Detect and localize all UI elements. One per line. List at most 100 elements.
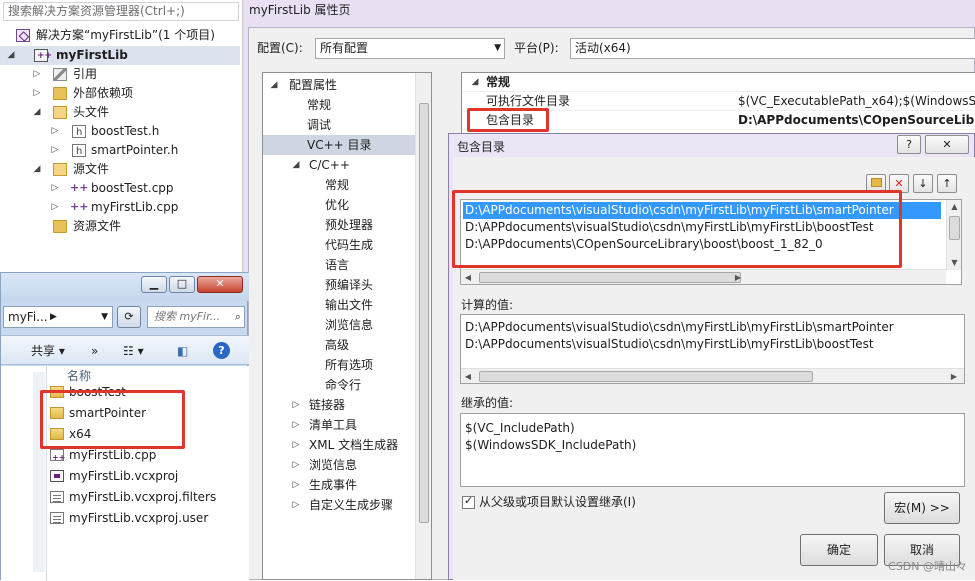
collapsed-arrow-icon[interactable]: ▷ [291,475,301,495]
config-tree-item[interactable]: 预处理器 [263,215,415,235]
config-tree-item[interactable]: ▷ 清单工具 [263,415,415,435]
include-entry[interactable]: D:\APPdocuments\COpenSourceLibrary\boost… [463,236,941,253]
grid-row-executable-dirs[interactable]: 可执行文件目录 $(VC_ExecutablePath_x64);$(Windo… [462,92,975,111]
file-item[interactable]: myFirstLib.vcxproj.user [50,508,208,529]
config-tree-item[interactable]: 调试 [263,115,415,135]
config-tree-item[interactable]: 常规 [263,175,415,195]
config-tree-item[interactable]: ▷ 自定义生成步骤 [263,495,415,515]
chevron-down-icon[interactable]: ▼ [101,307,108,327]
grid-row-include-dirs[interactable]: 包含目录 D:\APPdocuments\COpenSourceLibrary [462,111,975,130]
config-property-tree[interactable]: ◢ 配置属性 常规 调试 VC++ 目录 ◢ C/C++ 常规 优化 预处理器 代码生成 语言 预编译头… [262,72,432,580]
move-down-button[interactable]: ↓ [913,174,933,193]
file-item[interactable]: myFirstLib.cpp [50,445,156,468]
config-select[interactable]: 所有配置 ▼ [315,38,505,59]
collapsed-arrow-icon[interactable]: ▷ [50,198,60,217]
tree-item-myfirstlib-cpp[interactable]: ▷ myFirstLib.cpp [0,197,240,217]
config-tree-item[interactable]: 所有选项 [263,355,415,375]
close-button[interactable]: ✕ [197,276,243,293]
macros-button[interactable]: 宏(M) >> [884,492,960,524]
more-commands[interactable]: » [91,341,98,361]
scroll-thumb[interactable] [949,216,960,240]
config-tree-item[interactable]: ▷ 链接器 [263,395,415,415]
config-tree-item[interactable]: 代码生成 [263,235,415,255]
scroll-up-icon[interactable]: ▲ [947,200,961,214]
file-list[interactable]: 名称 boostTest smartPointer x64 myFirstLib… [1,366,249,581]
include-entries-list[interactable]: D:\APPdocuments\visualStudio\csdn\myFirs… [460,199,962,285]
file-item[interactable]: x64 [50,424,91,445]
collapsed-arrow-icon[interactable]: ▷ [50,141,60,160]
close-button[interactable]: ✕ [925,135,969,154]
address-bar[interactable]: myFi... ▶ ▼ [3,306,113,328]
collapsed-arrow-icon[interactable]: ▷ [291,415,301,435]
vertical-scrollbar[interactable] [415,73,431,579]
config-tree-item[interactable]: 命令行 [263,375,415,395]
scroll-right-icon[interactable]: ▶ [731,270,745,284]
file-item[interactable]: smartPointer [50,403,146,424]
tree-item-references[interactable]: ▷ 引用 [0,65,240,84]
file-item[interactable]: myFirstLib.vcxproj [50,466,178,487]
platform-select[interactable]: 活动(x64) [570,38,975,59]
scroll-thumb[interactable] [479,371,813,382]
expanded-arrow-icon[interactable]: ◢ [6,46,16,65]
config-tree-item[interactable]: 优化 [263,195,415,215]
ok-button[interactable]: 确定 [800,534,878,566]
config-tree-item[interactable]: 输出文件 [263,295,415,315]
tree-item-boosttest-cpp[interactable]: ▷ boostTest.cpp [0,178,240,198]
inherit-checkbox-label[interactable]: 从父级或项目默认设置继承(I) [479,492,636,512]
tree-item-resource-files[interactable]: 资源文件 [0,217,240,236]
config-tree-item[interactable]: ◢ 配置属性 [263,75,415,95]
expanded-arrow-icon[interactable]: ◢ [291,155,301,175]
view-options-icon[interactable]: ☷ ▾ [123,341,144,361]
config-tree-item[interactable]: 浏览信息 [263,315,415,335]
scroll-right-icon[interactable]: ▶ [947,369,961,383]
expanded-arrow-icon[interactable]: ◢ [470,73,480,92]
horizontal-scrollbar[interactable]: ◀ ▶ [461,368,964,383]
scroll-left-icon[interactable]: ◀ [461,270,475,284]
collapsed-arrow-icon[interactable]: ▷ [291,495,301,515]
tree-item-source-files[interactable]: ◢ 源文件 [0,160,240,179]
tree-item-boosttest-h[interactable]: ▷ boostTest.h [0,122,240,142]
scroll-thumb[interactable] [479,272,741,283]
file-item[interactable]: boostTest [50,382,126,403]
config-tree-item[interactable]: 语言 [263,255,415,275]
delete-button[interactable]: ✕ [889,174,909,193]
config-tree-item[interactable]: 预编译头 [263,275,415,295]
grid-category-row[interactable]: ◢ 常规 [462,73,975,92]
expanded-arrow-icon[interactable]: ◢ [32,160,42,179]
config-tree-item[interactable]: VC++ 目录 [263,135,415,155]
solution-search-input[interactable]: 搜索解决方案资源管理器(Ctrl+;) [3,2,239,21]
collapsed-arrow-icon[interactable]: ▷ [32,65,42,84]
tree-item-smartpointer-h[interactable]: ▷ smartPointer.h [0,141,240,161]
vertical-scrollbar[interactable]: ▲ ▼ [946,200,961,270]
move-up-button[interactable]: ↑ [937,174,957,193]
minimize-button[interactable]: ▁ [141,276,167,293]
share-menu[interactable]: 共享 ▾ [31,341,65,361]
include-entry[interactable]: D:\APPdocuments\visualStudio\csdn\myFirs… [463,219,941,236]
maximize-button[interactable]: □ [169,276,195,293]
project-node[interactable]: ◢ myFirstLib [0,46,240,66]
collapsed-arrow-icon[interactable]: ▷ [32,84,42,103]
file-item[interactable]: myFirstLib.vcxproj.filters [50,487,216,508]
collapsed-arrow-icon[interactable]: ▷ [50,179,60,198]
expanded-arrow-icon[interactable]: ◢ [32,103,42,122]
config-tree-item[interactable]: 常规 [263,95,415,115]
config-tree-item[interactable]: 高级 [263,335,415,355]
help-icon[interactable]: ? [213,342,230,359]
config-tree-item[interactable]: ◢ C/C++ [263,155,415,175]
tree-item-header-files[interactable]: ◢ 头文件 [0,103,240,122]
expanded-arrow-icon[interactable]: ◢ [269,75,279,95]
config-tree-item[interactable]: ▷ 浏览信息 [263,455,415,475]
config-tree-item[interactable]: ▷ XML 文档生成器 [263,435,415,455]
scroll-thumb[interactable] [419,103,429,523]
search-input[interactable]: 搜索 myFir... ⌕ [147,306,245,328]
help-button[interactable]: ? [897,135,921,154]
preview-pane-icon[interactable]: ◧ [177,341,188,361]
include-entry[interactable]: D:\APPdocuments\visualStudio\csdn\myFirs… [463,202,941,219]
inherit-checkbox[interactable] [462,494,475,509]
scroll-down-icon[interactable]: ▼ [947,256,961,270]
new-line-button[interactable] [866,174,886,193]
scroll-left-icon[interactable]: ◀ [461,369,475,383]
refresh-button[interactable]: ⟳ [117,306,141,328]
collapsed-arrow-icon[interactable]: ▷ [291,455,301,475]
collapsed-arrow-icon[interactable]: ▷ [291,435,301,455]
